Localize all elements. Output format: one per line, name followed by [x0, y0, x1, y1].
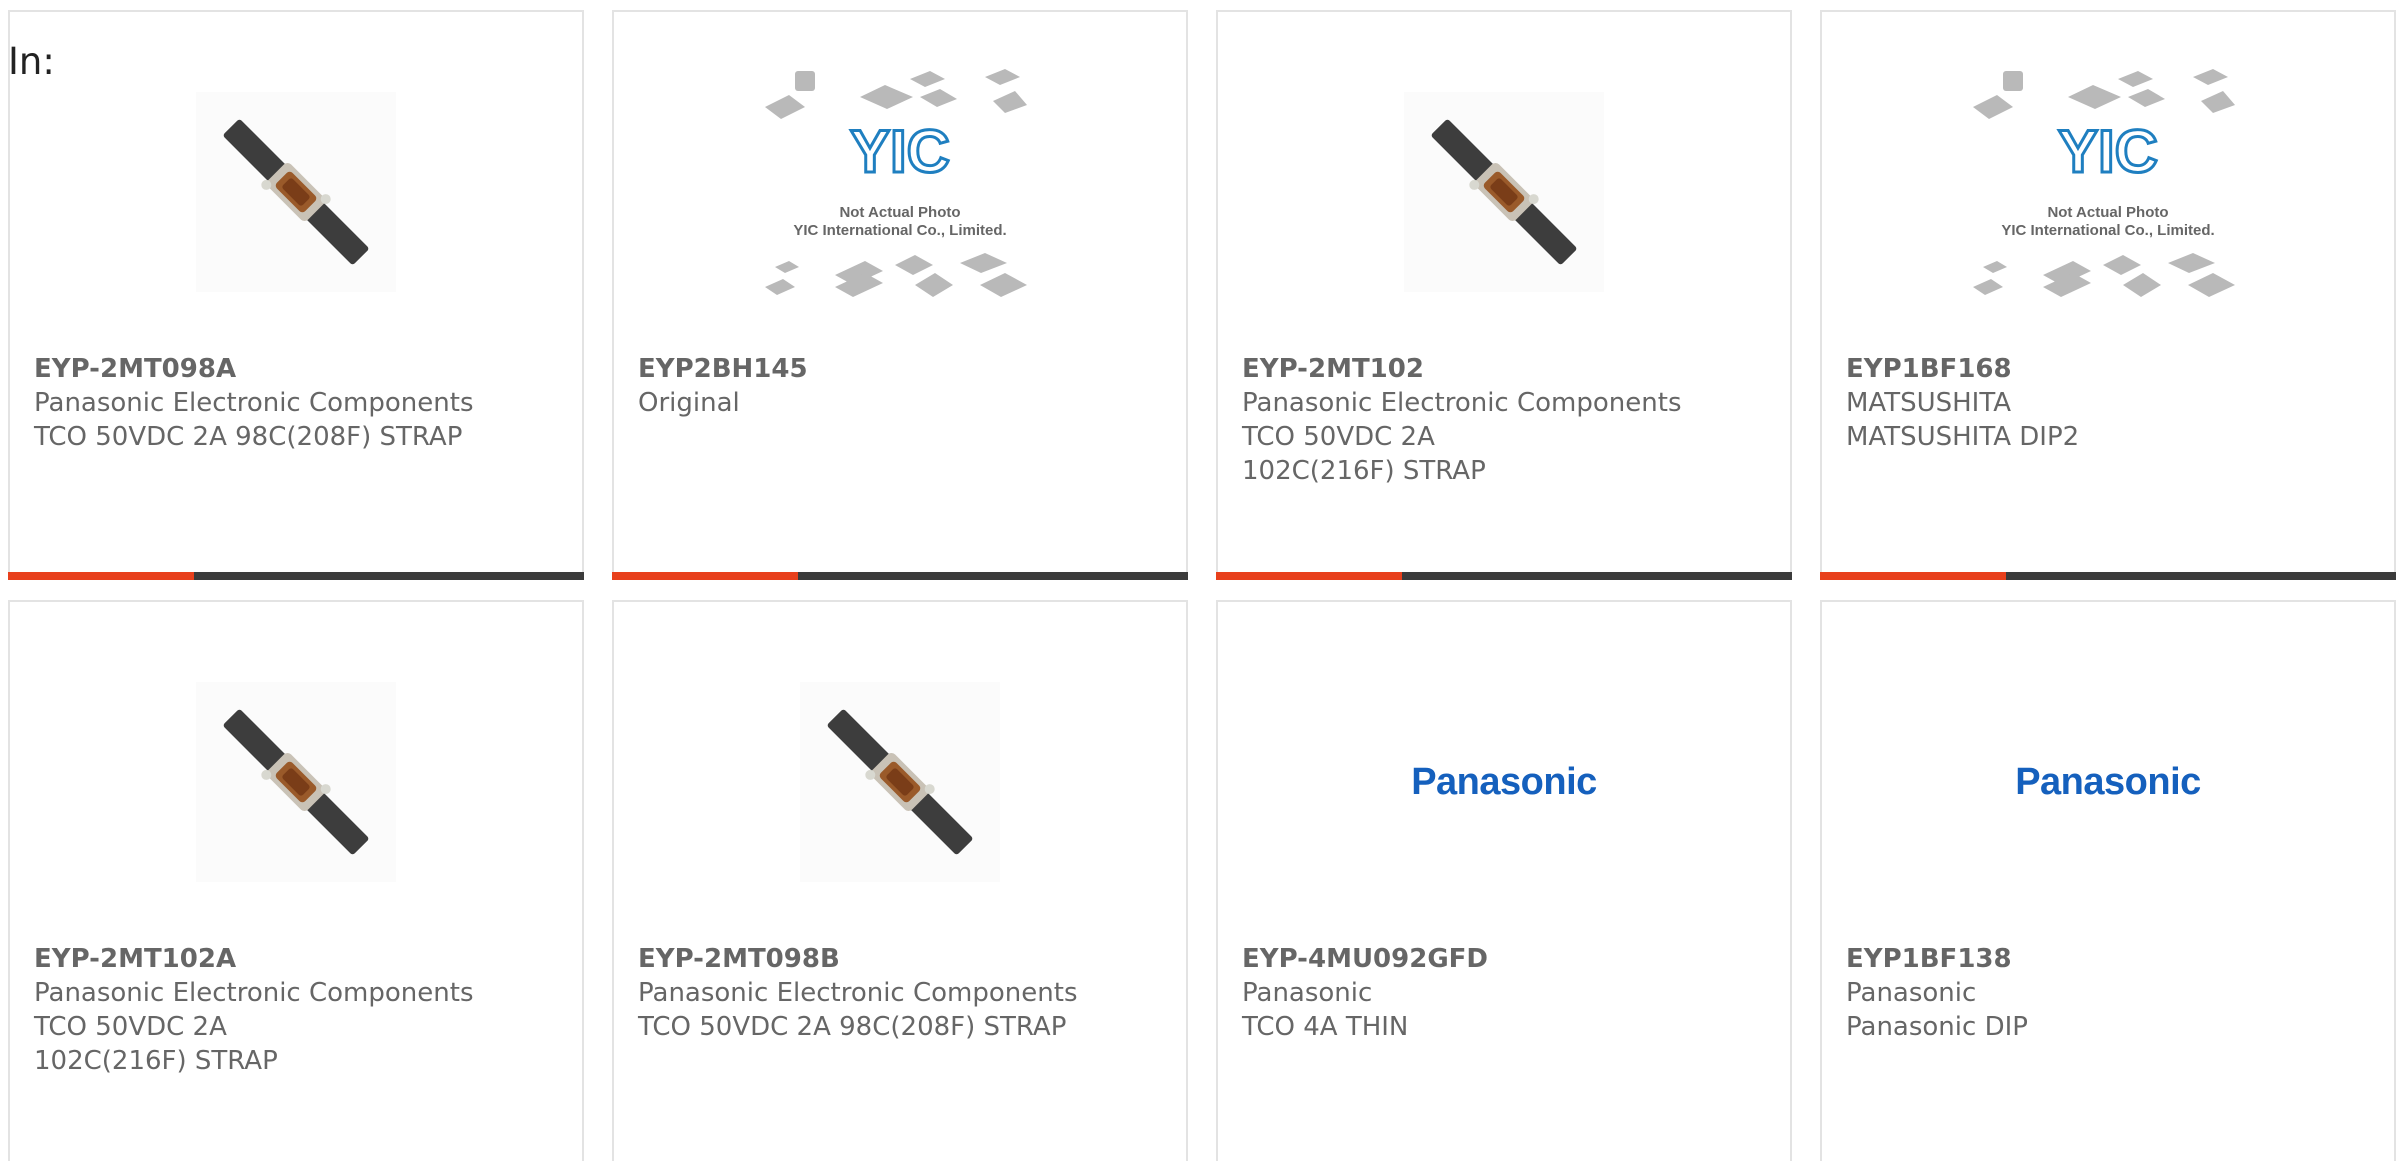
- product-info: EYP-2MT098B Panasonic Electronic Compone…: [638, 942, 1162, 1044]
- product-card[interactable]: Panasonic EYP-4MU092GFD Panasonic TCO 4A…: [1216, 600, 1792, 1161]
- manufacturer: Panasonic Electronic Components: [638, 978, 1078, 1008]
- part-number[interactable]: EYP1BF138: [1846, 942, 2370, 976]
- panasonic-logo: Panasonic: [2015, 760, 2201, 803]
- manufacturer: MATSUSHITA: [1846, 388, 2011, 418]
- description: TCO 50VDC 2A 102C(216F) STRAP: [1242, 422, 1486, 486]
- product-image[interactable]: YIC Not Actual Photo YIC International C…: [1822, 69, 2394, 312]
- product-info: EYP1BF138 Panasonic Panasonic DIP: [1846, 942, 2370, 1044]
- product-card[interactable]: EYP-2MT098A Panasonic Electronic Compone…: [8, 10, 584, 580]
- fuse-strap-icon: [800, 682, 1000, 882]
- manufacturer: Panasonic Electronic Components: [1242, 388, 1682, 418]
- part-number[interactable]: EYP-2MT098B: [638, 942, 1162, 976]
- description: TCO 50VDC 2A 98C(208F) STRAP: [34, 422, 463, 452]
- product-card[interactable]: EYP-2MT102 Panasonic Electronic Componen…: [1216, 10, 1792, 580]
- product-image[interactable]: [10, 662, 582, 902]
- product-image[interactable]: Panasonic: [1218, 662, 1790, 902]
- product-card[interactable]: Panasonic EYP1BF138 Panasonic Panasonic …: [1820, 600, 2396, 1161]
- description: MATSUSHITA DIP2: [1846, 422, 2080, 452]
- product-card[interactable]: EYP-2MT102A Panasonic Electronic Compone…: [8, 600, 584, 1161]
- card-bottom-bar: [1216, 572, 1792, 580]
- product-card[interactable]: YIC Not Actual Photo YIC International C…: [612, 10, 1188, 580]
- part-number[interactable]: EYP1BF168: [1846, 352, 2370, 386]
- manufacturer: Panasonic: [1846, 978, 1977, 1008]
- product-image[interactable]: YIC Not Actual Photo YIC International C…: [614, 69, 1186, 312]
- product-info: EYP2BH145 Original: [638, 352, 1162, 420]
- product-results-page: In: EYP-2MT098A Panasonic Electronic Com…: [0, 0, 2400, 1161]
- card-bottom-bar: [1820, 572, 2396, 580]
- part-number[interactable]: EYP-2MT102A: [34, 942, 558, 976]
- card-bottom-bar: [612, 572, 1188, 580]
- svg-text:YIC: YIC: [850, 118, 950, 185]
- svg-text:Not Actual Photo: Not Actual Photo: [839, 204, 960, 221]
- fuse-strap-icon: [1404, 92, 1604, 292]
- fuse-strap-icon: [196, 682, 396, 882]
- manufacturer: Panasonic Electronic Components: [34, 388, 474, 418]
- description: Panasonic DIP: [1846, 1012, 2028, 1042]
- part-number[interactable]: EYP2BH145: [638, 352, 1162, 386]
- part-number[interactable]: EYP-2MT102: [1242, 352, 1766, 386]
- product-image[interactable]: Panasonic: [1822, 662, 2394, 902]
- product-info: EYP-4MU092GFD Panasonic TCO 4A THIN: [1242, 942, 1766, 1044]
- product-card[interactable]: YIC Not Actual Photo YIC International C…: [1820, 10, 2396, 580]
- svg-text:Not Actual Photo: Not Actual Photo: [2047, 204, 2168, 221]
- product-image[interactable]: [10, 72, 582, 312]
- manufacturer: Original: [638, 388, 740, 418]
- part-number[interactable]: EYP-2MT098A: [34, 352, 558, 386]
- product-info: EYP-2MT098A Panasonic Electronic Compone…: [34, 352, 558, 454]
- card-bottom-bar: [8, 572, 584, 580]
- product-image[interactable]: [614, 662, 1186, 902]
- svg-text:YIC International Co., Limited: YIC International Co., Limited.: [2001, 222, 2214, 239]
- part-number[interactable]: EYP-4MU092GFD: [1242, 942, 1766, 976]
- filter-label: In:: [8, 40, 55, 83]
- product-info: EYP-2MT102A Panasonic Electronic Compone…: [34, 942, 558, 1078]
- product-image[interactable]: [1218, 72, 1790, 312]
- product-card[interactable]: EYP-2MT098B Panasonic Electronic Compone…: [612, 600, 1188, 1161]
- svg-text:YIC International Co., Limited: YIC International Co., Limited.: [793, 222, 1006, 239]
- product-info: EYP1BF168 MATSUSHITA MATSUSHITA DIP2: [1846, 352, 2370, 454]
- product-info: EYP-2MT102 Panasonic Electronic Componen…: [1242, 352, 1766, 488]
- panasonic-logo: Panasonic: [1411, 760, 1597, 803]
- placeholder-photo-icon: YIC Not Actual Photo YIC International C…: [1973, 69, 2235, 297]
- manufacturer: Panasonic Electronic Components: [34, 978, 474, 1008]
- manufacturer: Panasonic: [1242, 978, 1373, 1008]
- placeholder-photo-icon: YIC Not Actual Photo YIC International C…: [765, 69, 1027, 297]
- fuse-strap-icon: [196, 92, 396, 292]
- svg-text:YIC: YIC: [2058, 118, 2158, 185]
- description: TCO 50VDC 2A 102C(216F) STRAP: [34, 1012, 278, 1076]
- description: TCO 4A THIN: [1242, 1012, 1409, 1042]
- description: TCO 50VDC 2A 98C(208F) STRAP: [638, 1012, 1067, 1042]
